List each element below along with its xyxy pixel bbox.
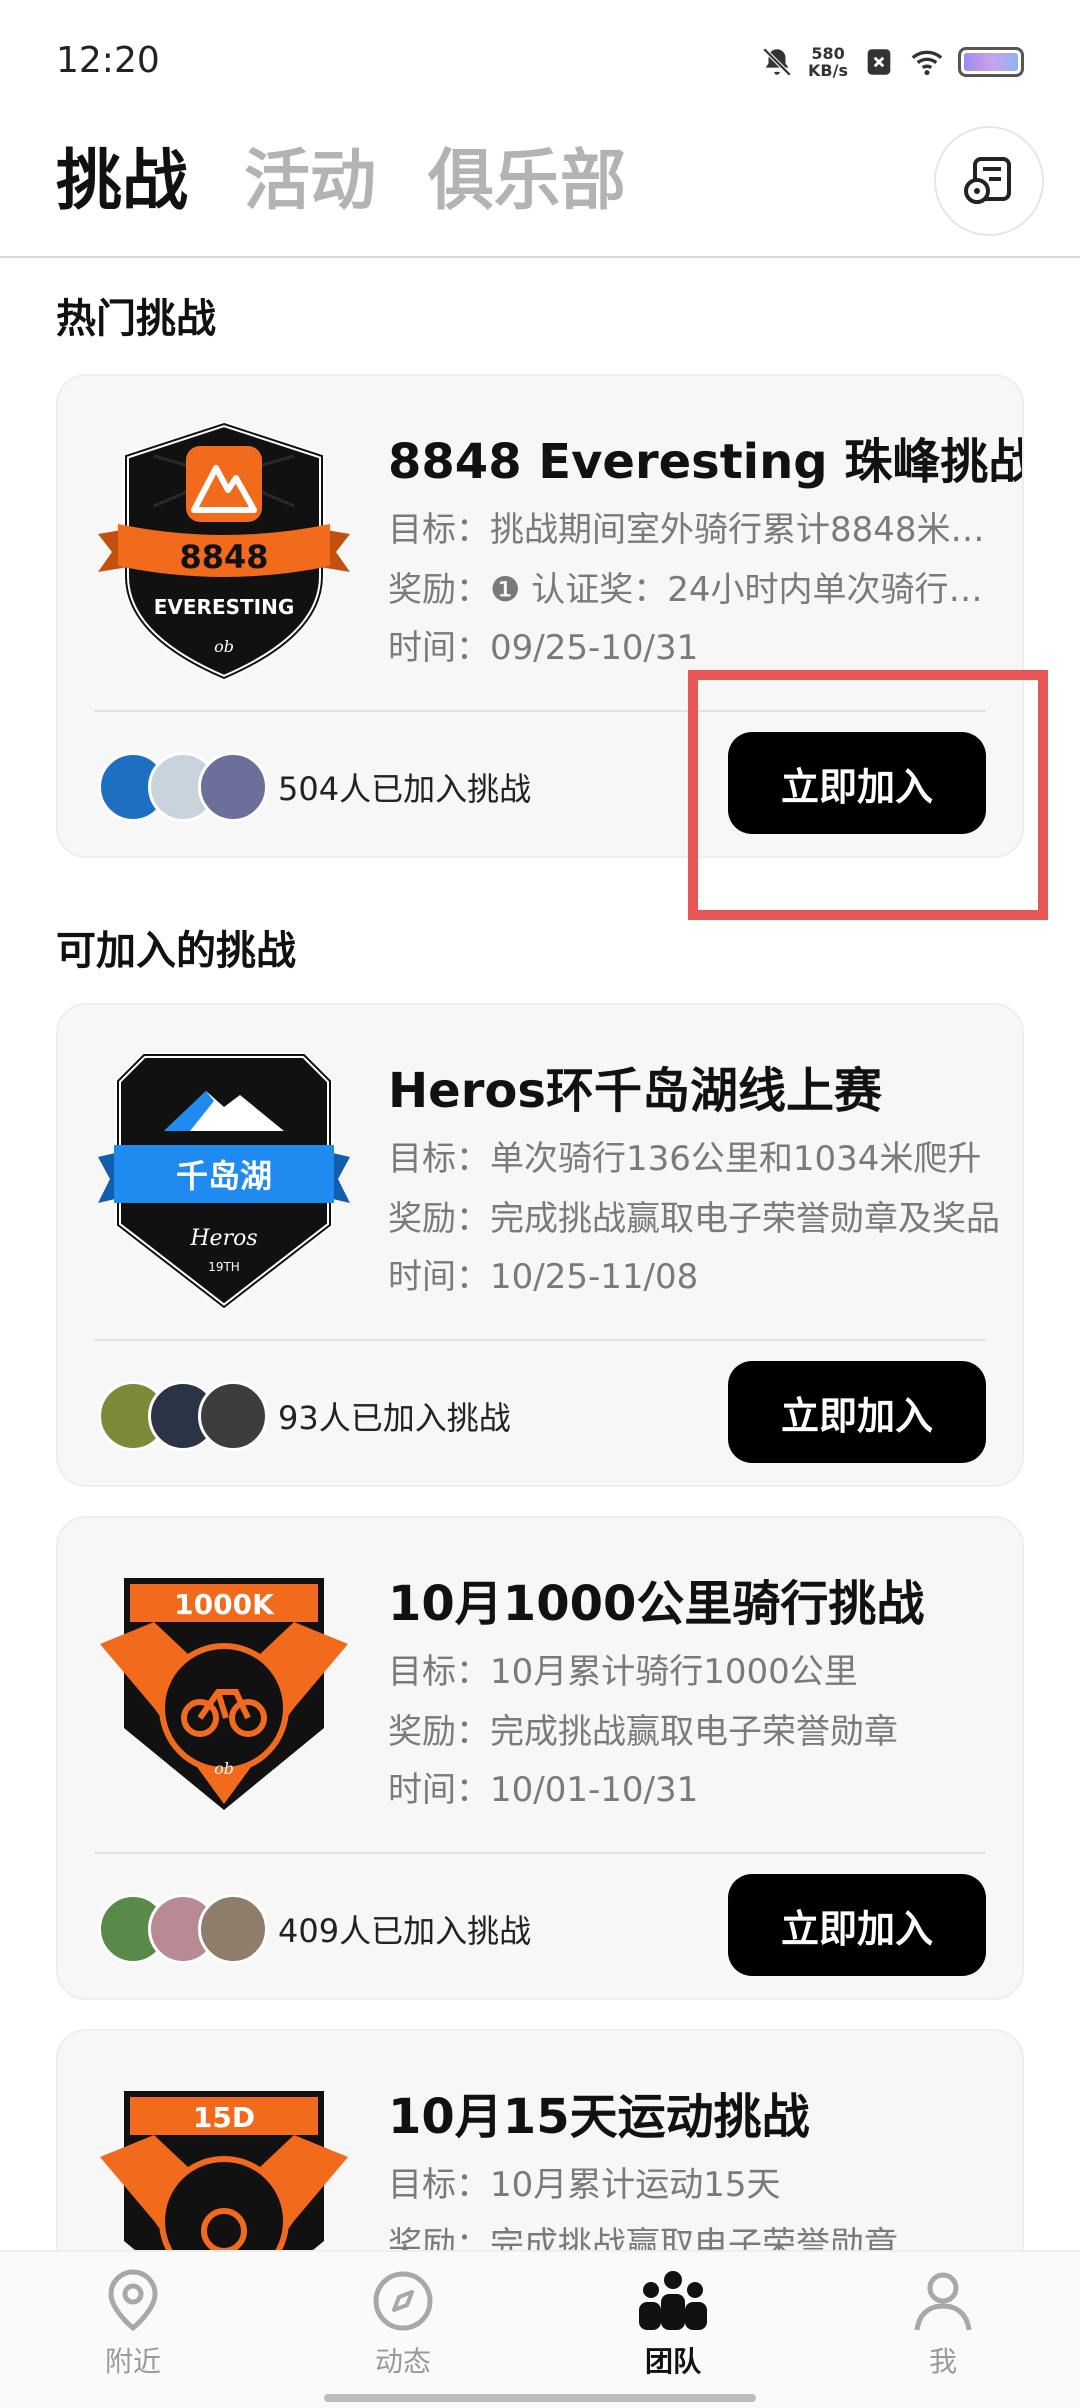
tab-club[interactable]: 俱乐部 <box>428 136 626 226</box>
nav-nearby[interactable]: 附近 <box>33 2268 233 2388</box>
battery-icon <box>958 47 1024 77</box>
my-challenges-button[interactable] <box>934 126 1044 236</box>
location-pin-icon <box>108 2269 158 2332</box>
sim-off-icon <box>867 49 891 75</box>
card-time: 时间：09/25-10/31 <box>388 628 699 668</box>
card-goal: 目标：单次骑行136公里和1034米爬升 <box>388 1139 982 1179</box>
nav-label: 附近 <box>104 2345 161 2378</box>
nav-label: 团队 <box>644 2345 701 2378</box>
nav-me[interactable]: 我 <box>843 2268 1043 2388</box>
section-title-available: 可加入的挑战 <box>56 928 296 974</box>
badge-15d-text: 15D <box>193 2101 255 2134</box>
net-speed: 580 KB/s <box>808 45 848 79</box>
join-button[interactable]: 立即加入 <box>728 1874 986 1976</box>
card-goal: 目标：挑战期间室外骑行累计8848米爬升 <box>388 510 1000 550</box>
card-divider <box>94 1852 986 1854</box>
card-time: 时间：10/25-11/08 <box>388 1257 699 1297</box>
badge-1000k-text: 1000K <box>174 1588 275 1621</box>
badge-heros-text: Heros <box>189 1226 257 1251</box>
joined-count: 93人已加入挑战 <box>278 1399 511 1437</box>
joined-count: 504人已加入挑战 <box>278 770 532 808</box>
avatar <box>198 1381 268 1451</box>
avatar <box>198 752 268 822</box>
card-goal: 目标：10月累计骑行1000公里 <box>388 1652 858 1692</box>
badge-brand-text: ob <box>214 1759 234 1778</box>
badge-everesting-text: EVERESTING <box>154 595 295 619</box>
card-goal: 目标：10月累计运动15天 <box>388 2165 781 2205</box>
card-title: 10月15天运动挑战 <box>388 2089 810 2145</box>
card-title: 10月1000公里骑行挑战 <box>388 1576 925 1632</box>
challenge-card-qiandaohu[interactable]: 千岛湖 Heros 19TH Heros环千岛湖线上赛 目标：单次骑行136公里… <box>56 1003 1024 1487</box>
status-icons: 580 KB/s <box>760 40 1024 84</box>
qiandaohu-badge: 千岛湖 Heros 19TH <box>98 1052 350 1311</box>
mute-bell-icon <box>762 47 792 77</box>
participant-avatars <box>98 1381 268 1451</box>
join-button[interactable]: 立即加入 <box>728 1361 986 1463</box>
everesting-badge: 8848 EVERESTING ob <box>98 420 350 682</box>
nav-label: 我 <box>928 2345 957 2378</box>
nav-feed[interactable]: 动态 <box>303 2268 503 2388</box>
1000k-badge: 1000K ob <box>100 1578 348 1810</box>
nav-team[interactable]: 团队 <box>573 2268 773 2388</box>
status-time: 12:20 <box>56 40 160 81</box>
joined-count: 409人已加入挑战 <box>278 1912 532 1950</box>
card-title: 8848 Everesting 珠峰挑战 <box>388 434 1024 490</box>
nav-label: 动态 <box>374 2345 431 2378</box>
avatar <box>198 1894 268 1964</box>
card-time: 时间：10/01-10/31 <box>388 1770 699 1810</box>
home-indicator[interactable] <box>324 2394 756 2402</box>
tab-activity[interactable]: 活动 <box>244 136 376 226</box>
badge-qiandaohu-text: 千岛湖 <box>176 1157 272 1195</box>
top-header: 挑战 活动 俱乐部 <box>0 120 1080 258</box>
net-speed-unit: KB/s <box>808 61 848 80</box>
challenge-card-1000k[interactable]: 1000K ob 10月1000公里骑行挑战 目标：10月累计骑行1000公里 … <box>56 1516 1024 2000</box>
status-bar: 12:20 580 KB/s <box>0 0 1080 120</box>
badge-8848-text: 8848 <box>179 538 268 576</box>
participant-avatars <box>98 1894 268 1964</box>
card-reward: 奖励：完成挑战赢取电子荣誉勋章及奖品 <box>388 1199 1000 1239</box>
ticket-list-icon <box>964 157 1011 204</box>
badge-edition-text: 19TH <box>208 1260 240 1274</box>
net-speed-value: 580 <box>811 44 845 63</box>
profile-icon <box>914 2272 972 2331</box>
join-button[interactable]: 立即加入 <box>728 732 986 834</box>
participant-avatars <box>98 752 268 822</box>
badge-brand-text: ob <box>214 637 234 656</box>
card-reward: 奖励：完成挑战赢取电子荣誉勋章 <box>388 1712 898 1752</box>
team-icon <box>639 2271 707 2330</box>
section-title-hot: 热门挑战 <box>56 296 216 342</box>
card-divider <box>94 1339 986 1341</box>
card-title: Heros环千岛湖线上赛 <box>388 1063 882 1119</box>
challenge-card-everesting[interactable]: 8848 EVERESTING ob 8848 Everesting 珠峰挑战 … <box>56 374 1024 858</box>
compass-icon <box>373 2271 433 2331</box>
bottom-nav: 附近 动态 团队 我 <box>0 2250 1080 2408</box>
card-divider <box>94 710 986 712</box>
card-reward: 奖励：❶ 认证奖：24小时内单次骑行完成 <box>388 570 1000 610</box>
wifi-icon <box>911 50 943 76</box>
tab-challenge[interactable]: 挑战 <box>56 136 188 226</box>
